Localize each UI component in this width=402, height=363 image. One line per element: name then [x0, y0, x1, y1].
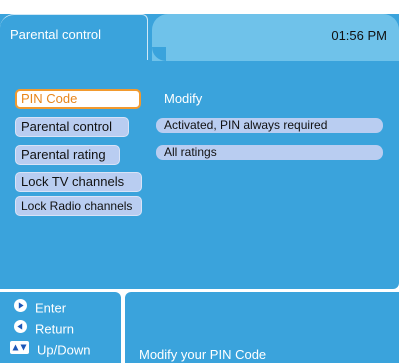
hint-updown: Up/Down	[10, 341, 91, 358]
menu-item-parental-control[interactable]: Parental control	[15, 117, 129, 137]
hint-enter-label: Enter	[35, 300, 67, 316]
hint-enter: Enter	[14, 299, 67, 316]
menu-item-lock-radio-channels[interactable]: Lock Radio channels	[15, 196, 142, 216]
menu-item-parental-rating[interactable]: Parental rating	[15, 145, 120, 165]
clock-time: 01:56 PM	[331, 28, 387, 43]
hint-return: Return	[14, 320, 75, 337]
menu-item-lock-tv-channels[interactable]: Lock TV channels	[15, 172, 142, 192]
parental-rating-value: All ratings	[156, 145, 383, 160]
pin-code-value: Modify	[164, 91, 203, 106]
up-down-arrows-icon	[10, 341, 29, 358]
parental-control-value: Activated, PIN always required	[156, 118, 383, 133]
page-title: Parental control	[10, 27, 102, 42]
play-left-icon	[14, 320, 27, 337]
clock-bar: 01:56 PM	[152, 14, 399, 61]
play-right-icon	[14, 299, 27, 316]
tv-screen: Parental control 01:56 PM PIN Code Paren…	[0, 0, 402, 363]
help-panel: Modify your PIN Code	[125, 292, 399, 363]
key-hints-panel: Enter Return Up/Down	[0, 292, 121, 363]
help-text: Modify your PIN Code	[139, 347, 267, 362]
hint-return-label: Return	[35, 321, 75, 337]
menu-item-pin-code[interactable]: PIN Code	[15, 89, 141, 109]
hint-updown-label: Up/Down	[37, 342, 91, 358]
